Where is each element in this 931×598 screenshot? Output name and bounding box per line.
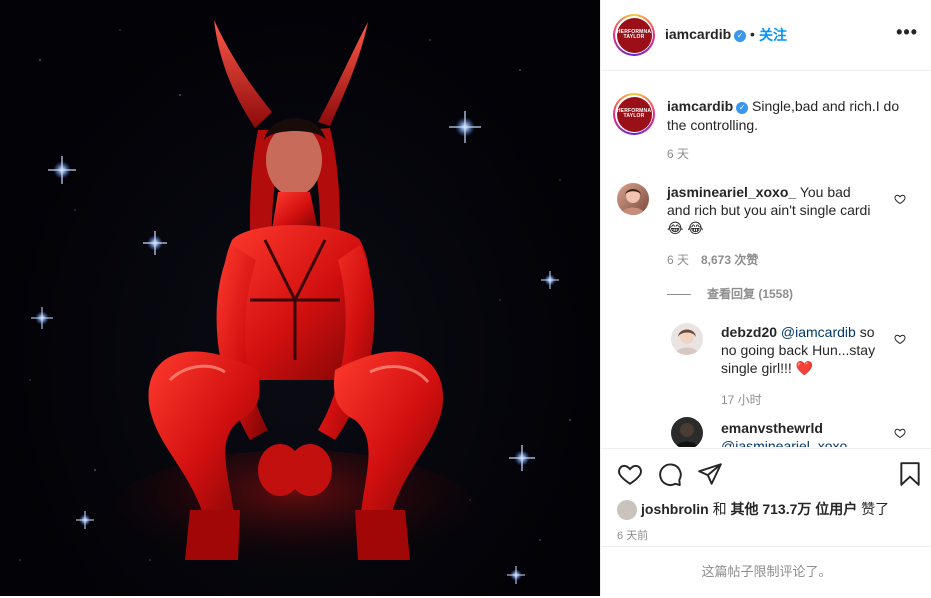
avatar-face-illustration — [675, 329, 699, 355]
liked-others-button[interactable]: 其他 713.7万 位用户 — [730, 501, 857, 517]
profile-logo: HERFORMNA TAYLOR — [616, 17, 652, 53]
header-avatar[interactable]: HERFORMNA TAYLOR — [613, 14, 655, 56]
reply-avatar[interactable] — [671, 417, 703, 447]
reply-mention[interactable]: @jasmineariel_xoxo_ — [721, 438, 855, 447]
caption: iamcardib ✓ Single,bad and rich.I do the … — [667, 97, 907, 135]
post-actions: joshbrolin 和 其他 713.7万 位用户 赞了 6 天前 这篇帖子限… — [601, 448, 931, 597]
reply-like-heart-icon[interactable] — [894, 333, 906, 345]
reply-mention[interactable]: @iamcardib — [781, 324, 856, 340]
replies-line-divider — [667, 294, 691, 296]
comment-like-heart-icon[interactable] — [894, 193, 906, 205]
liker-avatar[interactable] — [617, 500, 637, 521]
caption-logo-text-line2: TAYLOR — [623, 113, 645, 119]
verified-badge-icon: ✓ — [736, 102, 749, 114]
comments-limited-notice: 这篇帖子限制评论了。 — [601, 546, 931, 598]
avatar-face-illustration — [675, 423, 699, 447]
reply-time[interactable]: 17 小时 — [721, 391, 762, 408]
figure-silhouette — [148, 20, 444, 560]
view-replies-label: 查看回复 (1558) — [707, 287, 794, 301]
liked-suffix: 赞了 — [861, 501, 890, 517]
separator-dot: • — [750, 26, 755, 42]
comment-avatar[interactable] — [617, 183, 649, 215]
comment-time[interactable]: 6 天 — [667, 251, 689, 268]
comment-body: jasmineariel_xoxo_ You bad and rich but … — [667, 183, 875, 237]
caption-logo: HERFORMNA TAYLOR — [616, 96, 652, 132]
reply-username[interactable]: debzd20 — [721, 324, 777, 340]
likes-summary: joshbrolin 和 其他 713.7万 位用户 赞了 — [617, 499, 890, 521]
caption-time[interactable]: 6 天 — [667, 145, 689, 162]
liker-username[interactable]: joshbrolin — [641, 501, 709, 517]
comments-list[interactable]: HERFORMNA TAYLOR iamcardib ✓ Single,bad a… — [601, 71, 931, 447]
heart-icon[interactable] — [617, 461, 643, 487]
comment-like-count[interactable]: 8,673 次赞 — [701, 251, 758, 268]
caption-avatar[interactable]: HERFORMNA TAYLOR — [613, 93, 655, 135]
logo-text-line2: TAYLOR — [623, 34, 645, 40]
avatar-face-illustration — [621, 189, 645, 215]
post-header: HERFORMNA TAYLOR iamcardib ✓ • 关注 ••• — [601, 0, 931, 71]
view-replies-button[interactable]: 查看回复 (1558) — [667, 285, 793, 302]
liked-and: 和 — [712, 501, 727, 517]
post-image-illustration — [19, 20, 571, 590]
post-image[interactable] — [0, 0, 600, 596]
reply-avatar[interactable] — [671, 323, 703, 355]
header-username-wrap: iamcardib ✓ — [665, 26, 747, 42]
verified-badge-icon: ✓ — [734, 30, 747, 42]
post-time[interactable]: 6 天前 — [617, 527, 648, 543]
caption-username[interactable]: iamcardib — [667, 98, 733, 114]
comment-username[interactable]: jasmineariel_xoxo_ — [667, 184, 796, 200]
more-options-icon[interactable]: ••• — [896, 22, 918, 43]
reply-body: debzd20 @iamcardib so no going back Hun.… — [721, 323, 881, 377]
reply-body: emanvsthewrld @jasmineariel_xoxo_ — [721, 419, 881, 447]
comment-icon[interactable] — [657, 461, 683, 487]
paper-plane-icon[interactable] — [697, 461, 723, 487]
instagram-post-view: HERFORMNA TAYLOR iamcardib ✓ • 关注 ••• HER… — [0, 0, 931, 596]
reply-username[interactable]: emanvsthewrld — [721, 420, 823, 436]
bookmark-icon[interactable] — [897, 461, 923, 487]
header-username[interactable]: iamcardib — [665, 26, 731, 42]
post-sidebar: HERFORMNA TAYLOR iamcardib ✓ • 关注 ••• HER… — [600, 0, 931, 596]
reply-like-heart-icon[interactable] — [894, 427, 906, 439]
follow-button[interactable]: 关注 — [759, 25, 787, 45]
